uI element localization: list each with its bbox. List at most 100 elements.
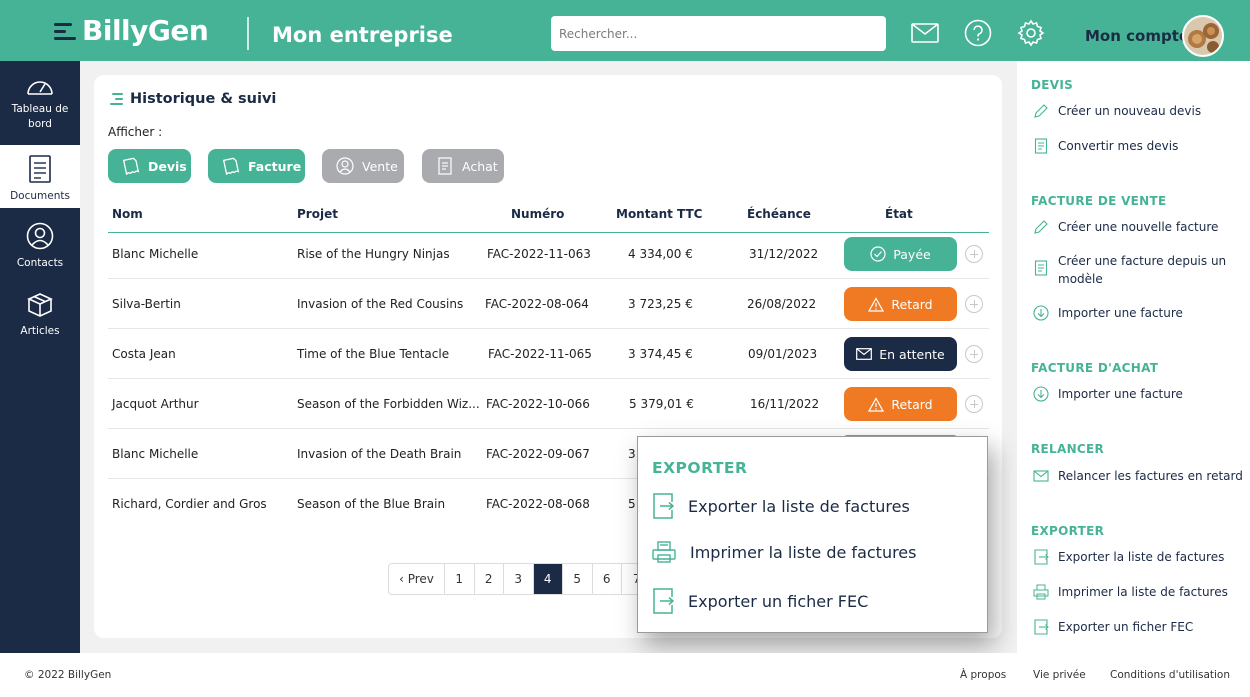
row-divider <box>108 428 989 429</box>
pagination-page[interactable]: 5 <box>563 564 593 594</box>
cell-nom: Richard, Cordier and Gros <box>112 497 267 511</box>
footer-link-about[interactable]: À propos <box>960 669 1006 681</box>
search-input[interactable] <box>551 16 886 51</box>
column-header-numero[interactable]: Numéro <box>511 207 564 221</box>
document-icon <box>29 155 51 183</box>
cell-montant: 3 723,25 € <box>628 297 693 311</box>
column-header-nom[interactable]: Nom <box>112 207 143 221</box>
cell-projet: Season of the Forbidden Wiz... <box>297 397 480 411</box>
pagination-page[interactable]: 2 <box>475 564 504 594</box>
sidebar-item-documents[interactable]: Documents <box>0 145 80 208</box>
brand-logo[interactable]: BillyGen <box>54 14 209 47</box>
column-header-echeance[interactable]: Échéance <box>747 207 811 221</box>
mail-icon <box>856 348 873 360</box>
action-import-purchase-invoice[interactable]: Importer une facture <box>1033 385 1183 403</box>
row-expand-button[interactable] <box>965 295 983 313</box>
action-export-invoices[interactable]: Exporter la liste de factures <box>1033 548 1224 566</box>
logo-mark-icon <box>110 93 123 105</box>
footer-link-terms[interactable]: Conditions d'utilisation <box>1110 669 1230 681</box>
action-convert-quotes[interactable]: Convertir mes devis <box>1033 137 1178 155</box>
action-create-quote[interactable]: Créer un nouveau devis <box>1033 102 1201 120</box>
pagination-prev[interactable]: ‹ Prev <box>389 564 445 594</box>
filter-devis[interactable]: Devis <box>108 149 191 183</box>
cell-numero: FAC-2022-09-067 <box>486 447 590 461</box>
cell-numero: FAC-2022-10-066 <box>486 397 590 411</box>
avatar[interactable] <box>1182 15 1224 57</box>
column-header-montant[interactable]: Montant TTC <box>616 207 702 221</box>
pagination-page[interactable]: 6 <box>593 564 622 594</box>
filter-vente[interactable]: Vente <box>322 149 404 183</box>
cell-projet: Rise of the Hungry Ninjas <box>297 247 450 261</box>
sidebar-item-label: Tableau de bord <box>11 103 69 130</box>
row-divider <box>108 378 989 379</box>
filter-achat[interactable]: Achat <box>422 149 504 183</box>
table-header-divider <box>108 232 989 233</box>
sidebar-item-dashboard[interactable]: Tableau de bord <box>0 72 80 144</box>
warning-icon <box>868 396 885 412</box>
row-divider <box>108 278 989 279</box>
action-export-fec[interactable]: Exporter un ficher FEC <box>1033 618 1193 636</box>
sidebar-item-label: Contacts <box>16 257 64 269</box>
cell-montant: 5 379,01 € <box>629 397 694 411</box>
pagination-page-current[interactable]: 4 <box>533 564 563 594</box>
section-title-text: Historique & suivi <box>130 91 277 107</box>
status-badge[interactable]: En attente <box>844 337 957 371</box>
pagination: ‹ Prev 1 2 3 4 5 6 7 <box>388 563 653 595</box>
warning-icon <box>868 296 885 312</box>
document-icon <box>1034 138 1048 154</box>
footer-link-privacy[interactable]: Vie privée <box>1033 669 1086 681</box>
download-circle-icon <box>1033 386 1049 402</box>
check-circle-icon <box>870 246 886 262</box>
panel-section-export: EXPORTER <box>1031 524 1105 538</box>
account-label[interactable]: Mon compte <box>1085 27 1189 45</box>
sidebar-item-label: Articles <box>20 325 60 337</box>
settings-icon[interactable] <box>1016 18 1046 48</box>
pagination-page[interactable]: 3 <box>504 564 534 594</box>
pencil-icon <box>1034 220 1048 234</box>
sidebar-item-contacts[interactable]: Contacts <box>0 222 80 276</box>
panel-section-devis: DEVIS <box>1031 78 1074 92</box>
popup-export-invoices[interactable]: Exporter la liste de factures <box>652 493 910 519</box>
column-header-etat[interactable]: État <box>885 207 913 221</box>
action-print-invoices[interactable]: Imprimer la liste de factures <box>1033 583 1228 601</box>
printer-icon <box>652 541 676 563</box>
help-icon[interactable] <box>963 18 993 48</box>
row-expand-button[interactable] <box>965 245 983 263</box>
status-badge[interactable]: Payée <box>844 237 957 271</box>
action-create-invoice[interactable]: Créer une nouvelle facture <box>1033 218 1218 236</box>
sidebar-item-label: Documents <box>10 190 70 202</box>
cell-nom: Blanc Michelle <box>112 247 199 261</box>
page-title: Mon entreprise <box>272 23 453 47</box>
popup-print-invoices[interactable]: Imprimer la liste de factures <box>652 541 916 563</box>
status-badge[interactable]: Retard <box>844 387 957 421</box>
user-icon <box>336 157 354 175</box>
cell-projet: Time of the Blue Tentacle <box>297 347 450 361</box>
pencil-icon <box>1034 104 1048 118</box>
header-divider <box>247 17 249 50</box>
cell-montant: 5 <box>628 497 636 511</box>
filter-facture[interactable]: Facture <box>208 149 305 183</box>
action-create-invoice-from-template[interactable]: Créer une facture depuis un modèle <box>1033 252 1233 288</box>
status-badge[interactable]: Retard <box>844 287 957 321</box>
column-header-projet[interactable]: Projet <box>297 207 338 221</box>
mail-icon[interactable] <box>910 18 940 48</box>
row-expand-button[interactable] <box>965 395 983 413</box>
printer-icon <box>1033 584 1049 600</box>
document-icon <box>438 157 452 175</box>
sidebar-item-articles[interactable]: Articles <box>0 292 80 344</box>
document-icon <box>1034 260 1048 276</box>
cell-numero: FAC-2022-11-063 <box>487 247 591 261</box>
action-remind-late-invoices[interactable]: Relancer les factures en retard <box>1033 467 1243 485</box>
popup-export-fec[interactable]: Exporter un ficher FEC <box>652 588 868 614</box>
receipt-icon <box>222 157 240 175</box>
cell-numero: FAC-2022-11-065 <box>488 347 592 361</box>
cell-projet: Invasion of the Red Cousins <box>297 297 464 311</box>
action-import-sales-invoice[interactable]: Importer une facture <box>1033 304 1183 322</box>
row-expand-button[interactable] <box>965 345 983 363</box>
pagination-page[interactable]: 1 <box>445 564 475 594</box>
cell-echeance: 16/11/2022 <box>750 397 820 411</box>
export-file-icon <box>653 588 674 614</box>
cell-montant: 3 <box>628 447 636 461</box>
logo-mark-icon <box>54 18 80 44</box>
cell-echeance: 31/12/2022 <box>749 247 819 261</box>
